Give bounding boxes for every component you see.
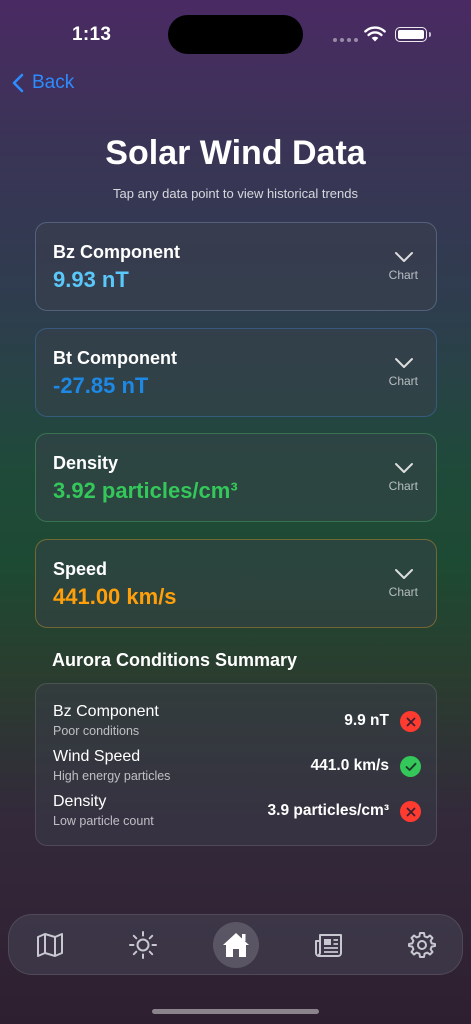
summary-heading: Aurora Conditions Summary (52, 650, 298, 670)
tab-home[interactable] (213, 922, 259, 968)
cellular-signal-icon (333, 38, 358, 42)
back-label: Back (32, 72, 75, 93)
x-circle-icon (400, 801, 421, 822)
chevron-down-icon (395, 358, 413, 368)
back-button[interactable]: Back (12, 72, 74, 94)
card-bt-component[interactable]: Bt Component -27.85 nT Chart (35, 328, 437, 417)
summary-row-density: Density Low particle count 3.9 particles… (53, 793, 421, 833)
card-speed[interactable]: Speed 441.00 km/s Chart (35, 539, 437, 628)
page-title: Solar Wind Data (105, 134, 366, 172)
summary-row-bz: Bz Component Poor conditions 9.9 nT (53, 703, 421, 743)
summary-row-value: 9.9 nT (344, 712, 389, 729)
card-value: -27.85 nT (53, 373, 149, 398)
summary-row-label: Density (53, 793, 107, 810)
summary-row-desc: High energy particles (53, 769, 171, 783)
x-circle-icon (400, 711, 421, 732)
aurora-summary-panel: Bz Component Poor conditions 9.9 nT Wind… (35, 683, 437, 846)
chart-label: Chart (388, 479, 418, 493)
chart-label: Chart (388, 585, 418, 599)
gear-icon (408, 932, 436, 958)
card-label: Density (53, 453, 119, 473)
chevron-down-icon (395, 569, 413, 579)
map-icon (37, 933, 63, 957)
summary-row-label: Bz Component (53, 703, 159, 720)
summary-row-wind-speed: Wind Speed High energy particles 441.0 k… (53, 748, 421, 788)
page-subtitle: Tap any data point to view historical tr… (113, 186, 358, 201)
sun-icon (129, 931, 157, 959)
card-label: Speed (53, 559, 108, 579)
battery-icon (395, 27, 431, 42)
summary-row-desc: Low particle count (53, 814, 154, 828)
tab-news[interactable] (306, 922, 352, 968)
card-bz-component[interactable]: Bz Component 9.93 nT Chart (35, 222, 437, 311)
status-time: 1:13 (72, 24, 112, 45)
card-value: 3.92 particles/cm³ (53, 478, 238, 503)
card-label: Bz Component (53, 242, 180, 262)
newspaper-icon (315, 934, 342, 957)
tab-bar (8, 914, 463, 975)
wifi-icon (364, 26, 386, 42)
chevron-left-icon (12, 73, 24, 93)
status-bar: 1:13 (0, 0, 471, 70)
checkmark-circle-icon (400, 756, 421, 777)
summary-row-desc: Poor conditions (53, 724, 140, 738)
tab-settings[interactable] (399, 922, 445, 968)
card-value: 9.93 nT (53, 267, 129, 292)
card-label: Bt Component (53, 348, 177, 368)
tab-map[interactable] (27, 922, 73, 968)
chart-label: Chart (388, 374, 418, 388)
card-value: 441.00 km/s (53, 584, 177, 609)
home-indicator[interactable] (152, 1009, 319, 1014)
chevron-down-icon (395, 252, 413, 262)
chevron-down-icon (395, 463, 413, 473)
home-icon (223, 933, 249, 957)
card-density[interactable]: Density 3.92 particles/cm³ Chart (35, 433, 437, 522)
summary-row-value: 441.0 km/s (310, 757, 389, 774)
summary-row-value: 3.9 particles/cm³ (267, 802, 389, 819)
dynamic-island (168, 15, 303, 54)
summary-row-label: Wind Speed (53, 748, 141, 765)
chart-label: Chart (388, 268, 418, 282)
tab-sun[interactable] (120, 922, 166, 968)
